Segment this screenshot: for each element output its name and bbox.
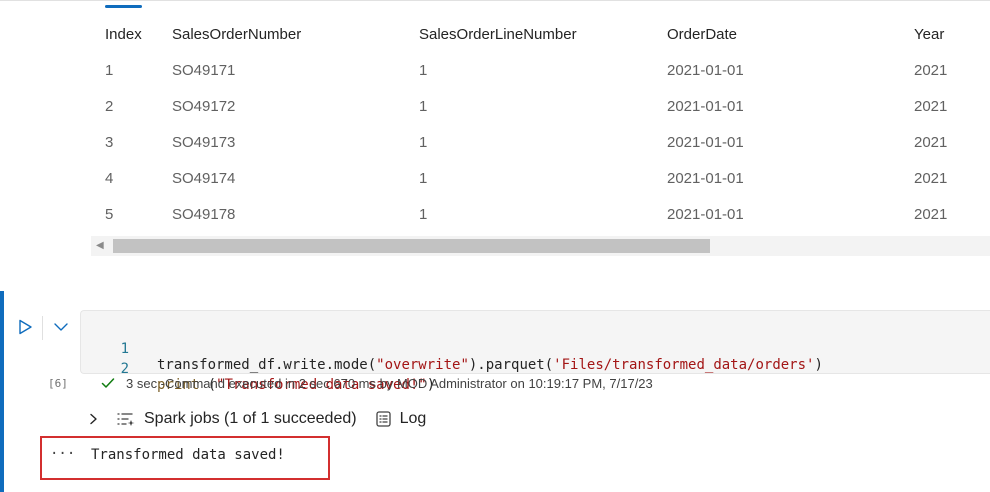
table-cell: SO49173: [172, 133, 236, 151]
table-cell: 1: [419, 97, 428, 115]
active-cell-indicator: [0, 291, 4, 492]
column-header-year[interactable]: Year: [914, 16, 990, 52]
table-cell: 1: [419, 205, 428, 223]
table-cell: SO49174: [172, 169, 236, 187]
column-header-orderdate[interactable]: OrderDate: [667, 16, 914, 52]
code-editor[interactable]: 1 transformed_df.write.mode("overwrite")…: [80, 310, 990, 393]
checkmark-icon: [100, 375, 116, 391]
table-row: 5 SO49178 1 2021-01-01 2021: [91, 196, 990, 232]
horizontal-scrollbar[interactable]: ◀: [91, 236, 990, 256]
table-cell: 2021-01-01: [667, 97, 744, 115]
log-label[interactable]: Log: [400, 410, 427, 428]
table-cell: 1: [419, 169, 428, 187]
column-header-salesorderlinenumber[interactable]: SalesOrderLineNumber: [419, 16, 667, 52]
results-table: Index SalesOrderNumber SalesOrderLineNum…: [91, 16, 990, 232]
table-cell: SO49171: [172, 61, 236, 79]
table-cell: 5: [105, 205, 114, 223]
cell-status: 3 sec -Command executed in 2 sec 670 ms …: [100, 375, 653, 391]
table-row: 4 SO49174 1 2021-01-01 2021: [91, 160, 990, 196]
table-cell: 4: [105, 169, 114, 187]
table-cell: 2021: [914, 61, 948, 79]
table-cell: 2: [105, 97, 114, 115]
spark-jobs-icon: [116, 410, 136, 428]
table-cell: 2021: [914, 133, 948, 151]
table-cell: SO49178: [172, 205, 236, 223]
table-row: 2 SO49172 1 2021-01-01 2021: [91, 88, 990, 124]
output-more-icon[interactable]: ···: [50, 446, 75, 462]
line-number: 1: [120, 341, 129, 357]
chevron-down-icon[interactable]: [52, 318, 70, 336]
code-line: 1 transformed_df.write.mode("overwrite")…: [81, 325, 823, 373]
table-cell: 2021-01-01: [667, 169, 744, 187]
table-cell: 2021: [914, 205, 948, 223]
table-cell: 2021-01-01: [667, 61, 744, 79]
spark-jobs-label[interactable]: Spark jobs (1 of 1 succeeded): [144, 410, 357, 428]
table-cell: 1: [105, 61, 114, 79]
table-cell: 2021-01-01: [667, 133, 744, 151]
cell-output-text: Transformed data saved!: [91, 447, 285, 463]
table-cell: 3: [105, 133, 114, 151]
results-table-container: Index SalesOrderNumber SalesOrderLineNum…: [91, 0, 990, 260]
table-cell: SO49172: [172, 97, 236, 115]
table-cell: 2021-01-01: [667, 205, 744, 223]
scroll-left-icon[interactable]: ◀: [96, 240, 104, 251]
spark-jobs-row: Spark jobs (1 of 1 succeeded) Log: [86, 408, 426, 430]
column-header-index[interactable]: Index: [105, 16, 172, 52]
table-row: 3 SO49173 1 2021-01-01 2021: [91, 124, 990, 160]
code-text: transformed_df.write.mode("overwrite").p…: [157, 357, 823, 373]
execution-count: [6]: [48, 377, 68, 390]
code-line: 2 print ("Transformed data saved!"): [81, 345, 436, 393]
log-icon: [375, 410, 392, 428]
table-cell: 1: [419, 133, 428, 151]
table-cell: 1: [419, 61, 428, 79]
table-header-row: Index SalesOrderNumber SalesOrderLineNum…: [91, 16, 990, 52]
table-row: 1 SO49171 1 2021-01-01 2021: [91, 52, 990, 88]
column-header-salesordernumber[interactable]: SalesOrderNumber: [172, 16, 419, 52]
table-cell: 2021: [914, 169, 948, 187]
scrollbar-thumb[interactable]: [113, 239, 710, 253]
table-cell: 2021: [914, 97, 948, 115]
run-cell-icon[interactable]: [16, 318, 34, 336]
status-text: 3 sec -Command executed in 2 sec 670 ms …: [126, 375, 653, 391]
toolbar-separator: [42, 316, 43, 340]
chevron-right-icon[interactable]: [86, 412, 100, 426]
